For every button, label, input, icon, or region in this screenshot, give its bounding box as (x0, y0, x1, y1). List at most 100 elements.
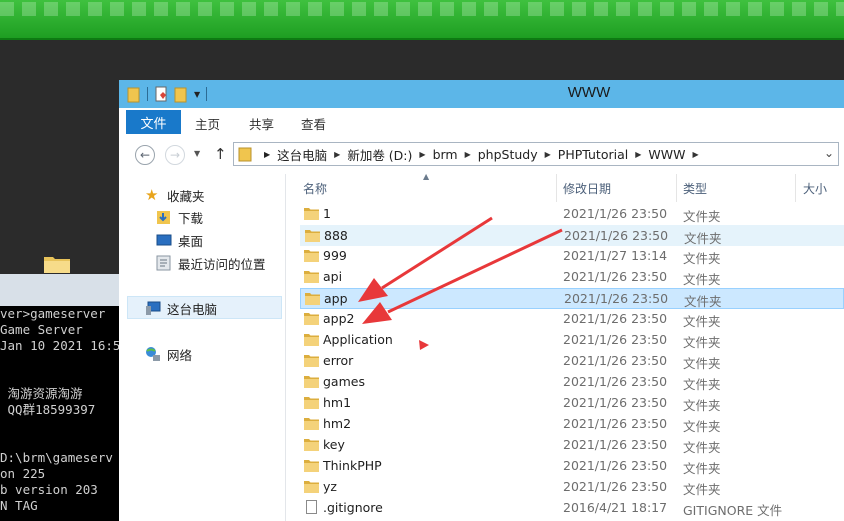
console-line: D:\brm\gameserv (0, 450, 113, 465)
file-type: 文件夹 (683, 398, 721, 413)
column-header-type[interactable]: 类型 (683, 174, 707, 202)
file-row[interactable]: .gitignore 2016/4/21 18:17 GITIGNORE 文件 (300, 498, 844, 519)
file-row[interactable]: api 2021/1/26 23:50 文件夹 (300, 267, 844, 288)
breadcrumb-phpstudy[interactable]: phpStudy (478, 147, 538, 162)
address-bar[interactable]: ▶ 这台电脑 ▶ 新加卷 (D:) ▶ brm ▶ phpStudy ▶ PHPTuto… (233, 142, 839, 166)
file-name: .gitignore (323, 500, 383, 515)
file-date: 2021/1/27 13:14 (563, 248, 668, 263)
tab-share[interactable]: 共享 (249, 114, 274, 133)
nav-desktop-label: 桌面 (178, 233, 204, 249)
file-date: 2021/1/26 23:50 (563, 269, 668, 284)
window-titlebar[interactable]: ▼ WWW (119, 80, 844, 108)
file-row[interactable]: app2 2021/1/26 23:50 文件夹 (300, 309, 844, 330)
file-name: hm2 (323, 416, 352, 431)
breadcrumb-separator-icon[interactable]: ▶ (635, 150, 641, 159)
file-row[interactable]: error 2021/1/26 23:50 文件夹 (300, 351, 844, 372)
breadcrumb-brm[interactable]: brm (433, 147, 458, 162)
back-arrow-icon: ← (139, 148, 151, 162)
tab-view[interactable]: 查看 (301, 114, 326, 133)
breadcrumb-separator-icon[interactable]: ▶ (545, 150, 551, 159)
file-icon (306, 500, 317, 514)
file-row[interactable]: hm2 2021/1/26 23:50 文件夹 (300, 414, 844, 435)
breadcrumb-phptutorial[interactable]: PHPTutorial (558, 147, 628, 162)
file-name: Application (323, 332, 393, 347)
column-header-size[interactable]: 大小 (803, 174, 827, 202)
nav-favorites[interactable]: ★ 收藏夹 (145, 185, 205, 205)
file-type: 文件夹 (684, 231, 722, 246)
breadcrumb-separator-icon[interactable]: ▶ (465, 150, 471, 159)
forward-button[interactable]: → (165, 145, 185, 165)
explorer-window: ▼ WWW 文件 主页 共享 查看 ← → ▼ ↑ ▶ 这台电脑 ▶ 新加卷 (D… (119, 80, 844, 521)
navigation-pane: ★ 收藏夹 下载 桌面 最近访问的位置 这台电脑 网络 (119, 174, 286, 521)
file-date: 2021/1/26 23:50 (564, 291, 669, 306)
console-line: ver>gameserver (0, 306, 106, 321)
folder-icon (304, 439, 319, 451)
folder-icon (304, 481, 319, 493)
tab-file[interactable]: 文件 (126, 110, 181, 134)
nav-recent[interactable]: 最近访问的位置 (156, 253, 266, 273)
file-type: GITIGNORE 文件 (683, 503, 783, 518)
nav-favorites-label: 收藏夹 (167, 188, 205, 204)
column-header-date[interactable]: 修改日期 (563, 174, 611, 202)
address-dropdown-icon[interactable]: ⌄ (824, 146, 834, 160)
back-button[interactable]: ← (135, 145, 155, 165)
file-row[interactable]: yz 2021/1/26 23:50 文件夹 (300, 477, 844, 498)
file-type: 文件夹 (683, 377, 721, 392)
breadcrumb-separator-icon[interactable]: ▶ (692, 150, 698, 159)
nav-network[interactable]: 网络 (145, 344, 192, 364)
file-name: app2 (323, 311, 355, 326)
console-window: ver>gameserver Game Server Jan 10 2021 16:… (0, 306, 120, 521)
file-name: games (323, 374, 365, 389)
file-row[interactable]: 1 2021/1/26 23:50 文件夹 (300, 204, 844, 225)
navigation-bar: ← → ▼ ↑ ▶ 这台电脑 ▶ 新加卷 (D:) ▶ brm ▶ phpStudy ▶… (119, 138, 844, 174)
file-row[interactable]: games 2021/1/26 23:50 文件夹 (300, 372, 844, 393)
file-type: 文件夹 (683, 335, 721, 350)
breadcrumb-www[interactable]: WWW (648, 147, 685, 162)
folder-icon (305, 293, 320, 305)
file-name: yz (323, 479, 337, 494)
file-row[interactable]: 888 2021/1/26 23:50 文件夹 (300, 225, 844, 246)
file-row[interactable]: key 2021/1/26 23:50 文件夹 (300, 435, 844, 456)
file-name: error (323, 353, 354, 368)
file-list: ▲ 名称 修改日期 类型 大小 1 2021/1/26 23:50 文件夹 888 20… (290, 172, 844, 521)
file-row[interactable]: ThinkPHP 2021/1/26 23:50 文件夹 (300, 456, 844, 477)
file-row[interactable]: 999 2021/1/27 13:14 文件夹 (300, 246, 844, 267)
column-header-name[interactable]: 名称 (303, 174, 327, 202)
file-date: 2021/1/26 23:50 (563, 374, 668, 389)
tab-home[interactable]: 主页 (195, 114, 220, 133)
file-row[interactable]: hm1 2021/1/26 23:50 文件夹 (300, 393, 844, 414)
console-line: QQ群18599397 (0, 402, 96, 417)
file-type: 文件夹 (683, 209, 721, 224)
file-type: 文件夹 (683, 356, 721, 371)
column-divider[interactable] (556, 174, 557, 202)
column-divider[interactable] (676, 174, 677, 202)
recent-locations-chevron-icon[interactable]: ▼ (194, 149, 200, 158)
recent-places-icon (156, 255, 171, 271)
file-date: 2021/1/26 23:50 (563, 311, 668, 326)
breadcrumb-separator-icon[interactable]: ▶ (264, 150, 270, 159)
up-button[interactable]: ↑ (214, 145, 227, 163)
file-date: 2021/1/26 23:50 (563, 458, 668, 473)
folder-icon (238, 147, 252, 162)
folder-icon (304, 460, 319, 472)
breadcrumb-drive-d[interactable]: 新加卷 (D:) (347, 145, 412, 164)
desktop-icon (156, 234, 172, 246)
nav-this-pc[interactable]: 这台电脑 (145, 298, 217, 318)
file-row[interactable]: Application 2021/1/26 23:50 文件夹 (300, 330, 844, 351)
nav-recent-label: 最近访问的位置 (178, 256, 266, 272)
file-row[interactable]: app 2021/1/26 23:50 文件夹 (300, 288, 844, 309)
file-type: 文件夹 (683, 314, 721, 329)
column-divider[interactable] (795, 174, 796, 202)
nav-desktop[interactable]: 桌面 (156, 230, 203, 250)
file-date: 2021/1/26 23:50 (563, 437, 668, 452)
breadcrumb-this-pc[interactable]: 这台电脑 (277, 145, 327, 164)
desktop-folder-icon[interactable] (43, 254, 71, 274)
breadcrumb-separator-icon[interactable]: ▶ (419, 150, 425, 159)
breadcrumb-separator-icon[interactable]: ▶ (334, 150, 340, 159)
file-date: 2021/1/26 23:50 (563, 332, 668, 347)
nav-downloads[interactable]: 下载 (156, 207, 203, 227)
file-type: 文件夹 (683, 251, 721, 266)
console-line: Game Server (0, 322, 83, 337)
